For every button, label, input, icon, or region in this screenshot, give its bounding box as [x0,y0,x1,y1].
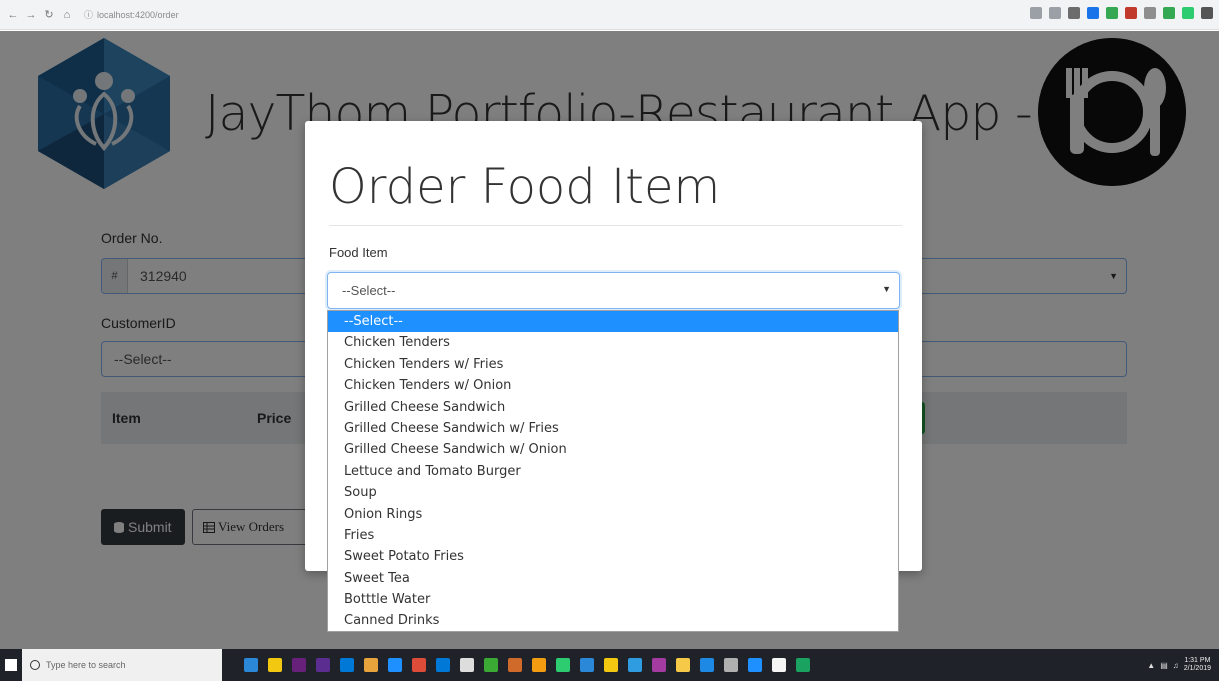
modal-title: Order Food Item [329,159,721,215]
extension-icon[interactable] [1106,7,1118,19]
taskbar-app-icon[interactable] [532,658,546,672]
extension-icon[interactable] [1144,7,1156,19]
address-bar[interactable]: ⓘ localhost:4200/order [84,6,234,24]
taskbar-app-icon[interactable] [556,658,570,672]
clock[interactable]: 1:31 PM 2/1/2019 [1184,657,1211,673]
dropdown-option[interactable]: Canned Drinks [328,610,898,631]
taskbar-app-icon[interactable] [364,658,378,672]
cortana-icon [30,660,40,670]
chevron-down-icon: ▼ [882,284,891,294]
extension-icon[interactable] [1125,7,1137,19]
forward-icon[interactable]: → [24,8,38,22]
dropdown-option[interactable]: Grilled Cheese Sandwich w/ Onion [328,439,898,460]
volume-icon[interactable]: ♫ [1173,661,1179,670]
food-item-dropdown-list: --Select-- Chicken Tenders Chicken Tenders… [327,310,899,632]
extension-icons [1030,7,1213,19]
taskbar-app-icon[interactable] [388,658,402,672]
clock-date: 2/1/2019 [1183,665,1211,672]
system-tray: ▲ ▤ ♫ 1:31 PM 2/1/2019 [1147,649,1211,681]
dropdown-option[interactable]: Botttle Water [328,589,898,610]
taskbar-app-icon[interactable] [412,658,426,672]
extension-icon[interactable] [1163,7,1175,19]
reload-icon[interactable]: ↻ [42,8,56,22]
extension-icon[interactable] [1068,7,1080,19]
taskbar-app-icon[interactable] [628,658,642,672]
back-icon[interactable]: ← [6,8,20,22]
dropdown-option[interactable]: --Select-- [328,311,898,333]
url-text: localhost:4200/order [97,9,179,20]
taskbar-app-icon[interactable] [580,658,594,672]
taskbar-app-icon[interactable] [508,658,522,672]
taskbar-app-icon[interactable] [796,658,810,672]
food-item-select[interactable]: --Select-- ▼ [327,272,900,309]
taskbar-app-icon[interactable] [244,658,258,672]
extension-icon[interactable] [1087,7,1099,19]
taskbar-search-placeholder: Type here to search [46,660,126,670]
home-icon[interactable]: ⌂ [60,8,74,22]
food-item-select-value: --Select-- [342,283,396,298]
taskbar-app-icon[interactable] [676,658,690,672]
taskbar: Type here to search ▲ ▤ ♫ 1:31 PM 2/1/20… [0,649,1219,681]
dropdown-option[interactable]: Lettuce and Tomato Burger [328,461,898,482]
taskbar-app-icon[interactable] [748,658,762,672]
taskbar-app-icon[interactable] [316,658,330,672]
dropdown-option[interactable]: Grilled Cheese Sandwich w/ Fries [328,418,898,439]
taskbar-app-icon[interactable] [436,658,450,672]
start-button[interactable] [0,649,22,681]
taskbar-app-icon[interactable] [268,658,282,672]
taskbar-app-icon[interactable] [772,658,786,672]
browser-toolbar: ← → ↻ ⌂ ⓘ localhost:4200/order [0,0,1219,30]
dropdown-option[interactable]: Sweet Potato Fries [328,546,898,567]
dropdown-option[interactable]: Chicken Tenders w/ Onion [328,375,898,396]
taskbar-app-icon[interactable] [724,658,738,672]
info-icon: ⓘ [84,9,94,20]
modal-divider [329,225,902,226]
taskbar-app-icon[interactable] [340,658,354,672]
taskbar-app-icon[interactable] [604,658,618,672]
dropdown-option[interactable]: Fries [328,525,898,546]
dropdown-option[interactable]: Grilled Cheese Sandwich [328,397,898,418]
taskbar-app-icon[interactable] [652,658,666,672]
dropdown-option[interactable]: Onion Rings [328,504,898,525]
dropdown-option[interactable]: Soup [328,482,898,503]
extension-icon[interactable] [1182,7,1194,19]
network-icon[interactable]: ▤ [1160,661,1168,670]
extension-icon[interactable] [1030,7,1042,19]
taskbar-app-icon[interactable] [484,658,498,672]
food-item-label: Food Item [329,245,388,260]
taskbar-app-icon[interactable] [292,658,306,672]
dropdown-option[interactable]: Chicken Tenders [328,332,898,353]
extension-icon[interactable] [1049,7,1061,19]
taskbar-app-icon[interactable] [460,658,474,672]
people-icon[interactable]: ▲ [1147,661,1155,670]
taskbar-apps [244,658,810,672]
windows-icon [5,659,17,671]
clock-time: 1:31 PM [1184,657,1211,664]
taskbar-app-icon[interactable] [700,658,714,672]
taskbar-search[interactable]: Type here to search [22,649,222,681]
dropdown-option[interactable]: Chicken Tenders w/ Fries [328,354,898,375]
dropdown-option[interactable]: Sweet Tea [328,568,898,589]
extension-icon[interactable] [1201,7,1213,19]
